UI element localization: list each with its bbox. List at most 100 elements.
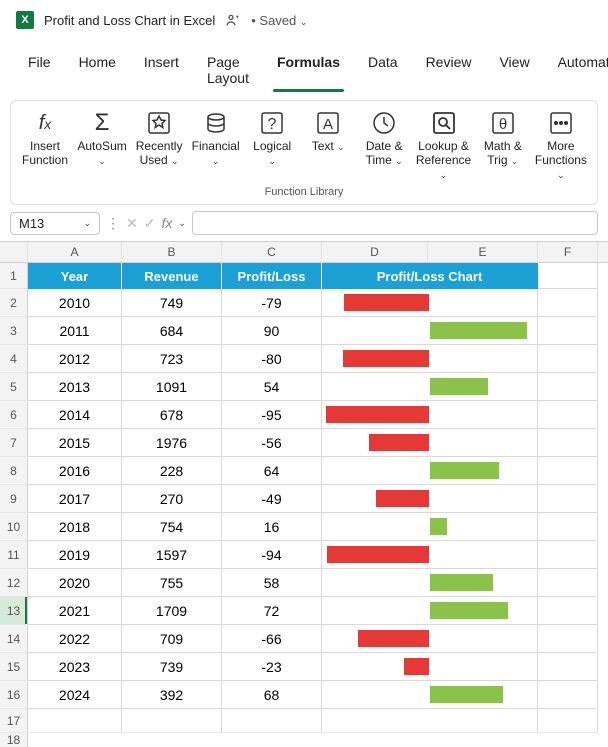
cell-year[interactable]: 2016 bbox=[28, 457, 122, 485]
cell-revenue[interactable]: 739 bbox=[122, 653, 222, 681]
row-number[interactable]: 1 bbox=[0, 263, 28, 289]
ribbon-insert-button[interactable]: fxInsertFunction bbox=[17, 105, 73, 169]
cell[interactable] bbox=[538, 429, 598, 457]
cell-profit-loss[interactable]: 64 bbox=[222, 457, 322, 485]
cell-chart[interactable] bbox=[322, 625, 538, 653]
cell-chart[interactable] bbox=[322, 289, 538, 317]
cell[interactable] bbox=[538, 625, 598, 653]
cell-year[interactable]: 2021 bbox=[28, 597, 122, 625]
row-number[interactable]: 16 bbox=[0, 681, 28, 709]
cell-chart[interactable] bbox=[322, 597, 538, 625]
cell-revenue[interactable]: 684 bbox=[122, 317, 222, 345]
formula-bar[interactable] bbox=[192, 211, 598, 235]
row-number[interactable]: 5 bbox=[0, 373, 28, 401]
col-header[interactable]: D bbox=[322, 242, 428, 262]
cell-profit-loss[interactable]: -56 bbox=[222, 429, 322, 457]
cell-revenue[interactable]: 678 bbox=[122, 401, 222, 429]
cell[interactable] bbox=[322, 709, 538, 733]
cell[interactable] bbox=[538, 597, 598, 625]
cell-profit-loss[interactable]: 72 bbox=[222, 597, 322, 625]
share-icon[interactable] bbox=[225, 12, 241, 28]
tab-view[interactable]: View bbox=[485, 48, 543, 96]
row-number[interactable]: 14 bbox=[0, 625, 28, 653]
cell[interactable] bbox=[538, 653, 598, 681]
cell-revenue[interactable]: 749 bbox=[122, 289, 222, 317]
cell[interactable] bbox=[538, 317, 598, 345]
cell-profit-loss[interactable]: -94 bbox=[222, 541, 322, 569]
cell-profit-loss[interactable]: -79 bbox=[222, 289, 322, 317]
cell[interactable] bbox=[538, 569, 598, 597]
select-all-corner[interactable] bbox=[0, 242, 28, 262]
cell[interactable] bbox=[538, 541, 598, 569]
tab-formulas[interactable]: Formulas bbox=[263, 48, 354, 96]
tab-file[interactable]: File bbox=[14, 48, 65, 96]
cell-profit-loss[interactable]: -66 bbox=[222, 625, 322, 653]
cell[interactable] bbox=[538, 345, 598, 373]
row-number[interactable]: 18 bbox=[0, 733, 28, 747]
cell-revenue[interactable]: 754 bbox=[122, 513, 222, 541]
cell-chart[interactable] bbox=[322, 401, 538, 429]
cell-revenue[interactable]: 755 bbox=[122, 569, 222, 597]
cell-chart[interactable] bbox=[322, 317, 538, 345]
name-box[interactable]: M13⌄ bbox=[10, 212, 100, 235]
cell[interactable] bbox=[538, 709, 598, 733]
col-header[interactable]: B bbox=[122, 242, 222, 262]
tab-home[interactable]: Home bbox=[65, 48, 130, 96]
cell-profit-loss[interactable]: 54 bbox=[222, 373, 322, 401]
row-number[interactable]: 15 bbox=[0, 653, 28, 681]
header-chart[interactable]: Profit/Loss Chart bbox=[322, 263, 538, 289]
header-year[interactable]: Year bbox=[28, 263, 122, 289]
cell-year[interactable]: 2011 bbox=[28, 317, 122, 345]
cell-revenue[interactable]: 709 bbox=[122, 625, 222, 653]
cell-profit-loss[interactable]: -23 bbox=[222, 653, 322, 681]
cell-chart[interactable] bbox=[322, 429, 538, 457]
cell-profit-loss[interactable]: 58 bbox=[222, 569, 322, 597]
cell[interactable] bbox=[538, 289, 598, 317]
cell-chart[interactable] bbox=[322, 513, 538, 541]
cell-chart[interactable] bbox=[322, 345, 538, 373]
row-number[interactable]: 3 bbox=[0, 317, 28, 345]
cell-profit-loss[interactable]: -49 bbox=[222, 485, 322, 513]
tab-review[interactable]: Review bbox=[412, 48, 486, 96]
tab-insert[interactable]: Insert bbox=[130, 48, 193, 96]
ribbon-logical-button[interactable]: ?Logical ⌄ bbox=[244, 105, 300, 170]
cell-profit-loss[interactable]: 68 bbox=[222, 681, 322, 709]
cell-year[interactable]: 2023 bbox=[28, 653, 122, 681]
header-profit-loss[interactable]: Profit/Loss bbox=[222, 263, 322, 289]
row-number[interactable]: 12 bbox=[0, 569, 28, 597]
cell-chart[interactable] bbox=[322, 653, 538, 681]
cell[interactable] bbox=[538, 373, 598, 401]
cell-year[interactable]: 2017 bbox=[28, 485, 122, 513]
cell-revenue[interactable]: 1091 bbox=[122, 373, 222, 401]
col-header[interactable]: F bbox=[538, 242, 598, 262]
cell-year[interactable]: 2013 bbox=[28, 373, 122, 401]
save-status[interactable]: • Saved ⌄ bbox=[251, 13, 307, 28]
row-number[interactable]: 11 bbox=[0, 541, 28, 569]
cell[interactable] bbox=[222, 709, 322, 733]
cell-year[interactable]: 2024 bbox=[28, 681, 122, 709]
row-number[interactable]: 6 bbox=[0, 401, 28, 429]
cell[interactable] bbox=[538, 457, 598, 485]
cell-revenue[interactable]: 723 bbox=[122, 345, 222, 373]
cell-year[interactable]: 2022 bbox=[28, 625, 122, 653]
cell-profit-loss[interactable]: 90 bbox=[222, 317, 322, 345]
more-icon[interactable]: ⋮ bbox=[106, 215, 120, 232]
col-header[interactable]: E bbox=[428, 242, 538, 262]
cell-chart[interactable] bbox=[322, 485, 538, 513]
cell[interactable] bbox=[538, 681, 598, 709]
ribbon-text-button[interactable]: AText ⌄ bbox=[300, 105, 356, 156]
fx-icon[interactable]: fx bbox=[161, 215, 172, 231]
row-number[interactable]: 4 bbox=[0, 345, 28, 373]
cell-revenue[interactable]: 392 bbox=[122, 681, 222, 709]
cell-year[interactable]: 2020 bbox=[28, 569, 122, 597]
row-number[interactable]: 8 bbox=[0, 457, 28, 485]
header-revenue[interactable]: Revenue bbox=[122, 263, 222, 289]
row-number[interactable]: 10 bbox=[0, 513, 28, 541]
cell-revenue[interactable]: 228 bbox=[122, 457, 222, 485]
cell-profit-loss[interactable]: -80 bbox=[222, 345, 322, 373]
cell[interactable] bbox=[538, 513, 598, 541]
cell[interactable] bbox=[122, 709, 222, 733]
ribbon-financial-button[interactable]: Financial ⌄ bbox=[187, 105, 244, 170]
cell-revenue[interactable]: 270 bbox=[122, 485, 222, 513]
cell-chart[interactable] bbox=[322, 681, 538, 709]
